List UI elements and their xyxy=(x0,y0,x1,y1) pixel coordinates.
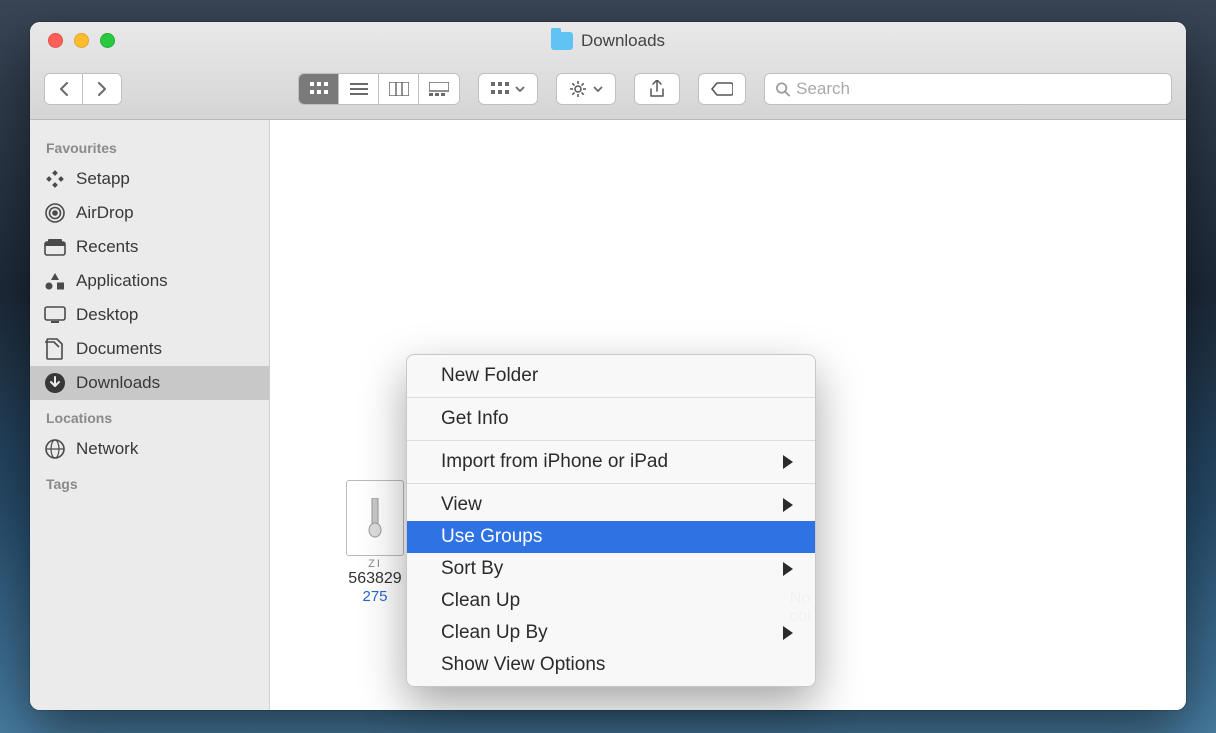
documents-icon xyxy=(44,338,66,360)
sidebar-item-label: Network xyxy=(76,439,138,459)
close-window-button[interactable] xyxy=(48,33,63,48)
search-input[interactable] xyxy=(796,79,1161,99)
sidebar-item-setapp[interactable]: Setapp xyxy=(30,162,269,196)
menu-separator xyxy=(407,483,815,484)
sidebar-item-documents[interactable]: Documents xyxy=(30,332,269,366)
view-list-button[interactable] xyxy=(339,74,379,104)
submenu-arrow-icon xyxy=(783,498,793,512)
network-icon xyxy=(44,438,66,460)
menu-item-clean-up[interactable]: Clean Up xyxy=(407,585,815,617)
search-field[interactable] xyxy=(764,73,1172,105)
airdrop-icon xyxy=(44,202,66,224)
menu-item-show-view-options[interactable]: Show View Options xyxy=(407,649,815,681)
menu-item-use-groups[interactable]: Use Groups xyxy=(407,521,815,553)
recents-icon xyxy=(44,236,66,258)
sidebar-item-recents[interactable]: Recents xyxy=(30,230,269,264)
favourites-header: Favourites xyxy=(30,130,269,162)
view-icon-button[interactable] xyxy=(299,74,339,104)
sidebar-item-downloads[interactable]: Downloads xyxy=(30,366,269,400)
sidebar-item-label: Downloads xyxy=(76,373,160,393)
tag-icon xyxy=(711,82,733,96)
menu-item-label: Clean Up By xyxy=(441,622,548,644)
menu-item-import[interactable]: Import from iPhone or iPad xyxy=(407,446,815,478)
tags-header: Tags xyxy=(30,466,269,498)
zoom-window-button[interactable] xyxy=(100,33,115,48)
menu-separator xyxy=(407,440,815,441)
menu-item-label: New Folder xyxy=(441,365,538,387)
menu-item-label: Get Info xyxy=(441,408,509,430)
menu-item-label: Import from iPhone or iPad xyxy=(441,451,668,473)
forward-button[interactable] xyxy=(83,74,121,104)
share-icon xyxy=(649,80,665,98)
locations-header: Locations xyxy=(30,400,269,432)
menu-item-clean-up-by[interactable]: Clean Up By xyxy=(407,617,815,649)
sidebar-item-airdrop[interactable]: AirDrop xyxy=(30,196,269,230)
sidebar-item-label: Applications xyxy=(76,271,168,291)
menu-item-get-info[interactable]: Get Info xyxy=(407,403,815,435)
share-button[interactable] xyxy=(634,73,680,105)
view-switcher xyxy=(298,73,460,105)
menu-separator xyxy=(407,397,815,398)
titlebar: Downloads xyxy=(30,22,1186,120)
submenu-arrow-icon xyxy=(783,562,793,576)
view-columns-button[interactable] xyxy=(379,74,419,104)
zip-icon xyxy=(346,480,404,556)
context-menu: New Folder Get Info Import from iPhone o… xyxy=(406,354,816,687)
file-subtext: 275 xyxy=(362,588,387,605)
sidebar-item-network[interactable]: Network xyxy=(30,432,269,466)
menu-item-label: Clean Up xyxy=(441,590,520,612)
gear-icon xyxy=(569,80,587,98)
minimize-window-button[interactable] xyxy=(74,33,89,48)
sidebar-item-label: Documents xyxy=(76,339,162,359)
sidebar-item-label: Setapp xyxy=(76,169,130,189)
applications-icon xyxy=(44,270,66,292)
sidebar-item-label: AirDrop xyxy=(76,203,134,223)
action-button[interactable] xyxy=(556,73,616,105)
tags-button[interactable] xyxy=(698,73,746,105)
window-title-area: Downloads xyxy=(30,31,1186,51)
search-icon xyxy=(775,81,790,97)
window-title: Downloads xyxy=(581,31,665,51)
sidebar: Favourites Setapp AirDrop Recents xyxy=(30,120,270,710)
toolbar xyxy=(30,60,1186,119)
file-type-label: ZI xyxy=(368,558,382,570)
desktop-icon xyxy=(44,304,66,326)
sidebar-item-applications[interactable]: Applications xyxy=(30,264,269,298)
menu-item-label: Use Groups xyxy=(441,526,542,548)
menu-item-new-folder[interactable]: New Folder xyxy=(407,360,815,392)
traffic-lights xyxy=(30,33,115,48)
submenu-arrow-icon xyxy=(783,455,793,469)
sidebar-item-label: Recents xyxy=(76,237,138,257)
downloads-icon xyxy=(44,372,66,394)
sidebar-item-desktop[interactable]: Desktop xyxy=(30,298,269,332)
back-button[interactable] xyxy=(45,74,83,104)
group-by-button[interactable] xyxy=(478,73,538,105)
menu-item-label: Show View Options xyxy=(441,654,605,676)
menu-item-label: View xyxy=(441,494,482,516)
submenu-arrow-icon xyxy=(783,626,793,640)
menu-item-sort-by[interactable]: Sort By xyxy=(407,553,815,585)
nav-segment xyxy=(44,73,122,105)
menu-item-label: Sort By xyxy=(441,558,503,580)
setapp-icon xyxy=(44,168,66,190)
menu-item-view[interactable]: View xyxy=(407,489,815,521)
view-gallery-button[interactable] xyxy=(419,74,459,104)
sidebar-item-label: Desktop xyxy=(76,305,138,325)
titlebar-top: Downloads xyxy=(30,22,1186,60)
folder-icon xyxy=(551,32,573,50)
